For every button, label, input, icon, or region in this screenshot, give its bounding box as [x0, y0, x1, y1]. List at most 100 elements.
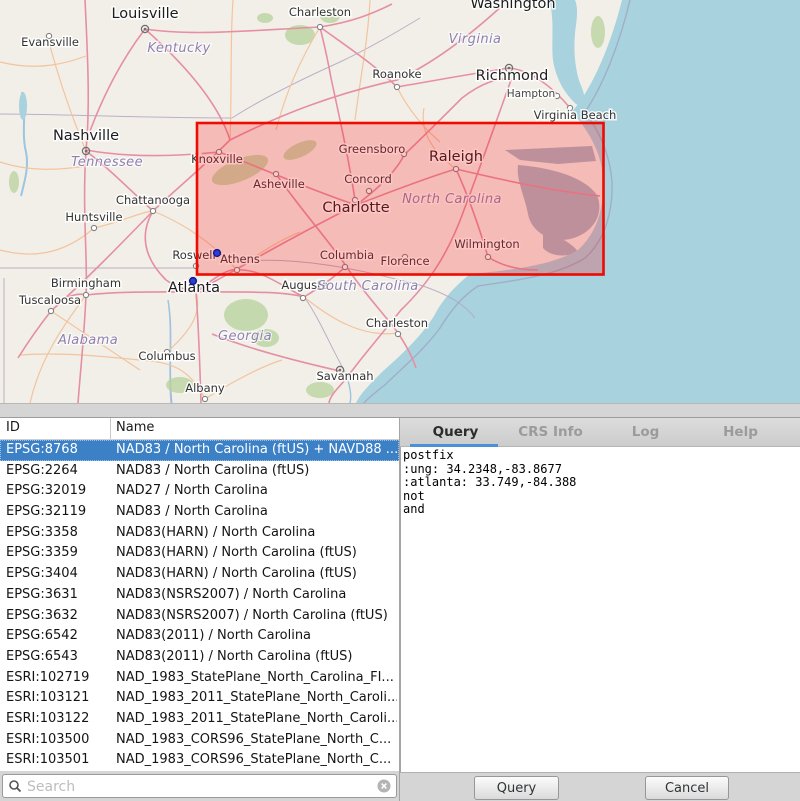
- clear-search-icon[interactable]: [377, 779, 391, 793]
- crs-table-header[interactable]: ID Name: [0, 418, 399, 440]
- crs-name-cell: NAD_1983_2011_StatePlane_North_Caroli...: [116, 688, 397, 709]
- city-label: Albany: [185, 381, 225, 395]
- city-label: Nashville: [53, 128, 119, 144]
- city-marker: [395, 331, 400, 336]
- query-editor[interactable]: postfix :ung: 34.2348,-83.8677 :atlanta:…: [400, 447, 800, 773]
- city-marker: [48, 308, 53, 313]
- search-bar: [0, 771, 399, 801]
- crs-name-cell: NAD83(2011) / North Carolina (ftUS): [116, 647, 397, 668]
- state-label: Virginia: [449, 32, 502, 47]
- city-marker: [317, 24, 322, 29]
- crs-table-body: EPSG:8768NAD83 / North Carolina (ftUS) +…: [0, 440, 399, 771]
- notebook-panel: QueryCRS InfoLogHelp postfix :ung: 34.23…: [400, 418, 800, 801]
- city-label: Roanoke: [372, 67, 421, 81]
- crs-id-cell: ESRI:103501: [6, 750, 89, 771]
- city-label: Birmingham: [51, 276, 121, 290]
- crs-id-cell: EPSG:6543: [6, 647, 78, 668]
- city-marker: [202, 396, 207, 401]
- crs-id-cell: ESRI:102719: [6, 668, 89, 689]
- crs-table-row[interactable]: EPSG:3632 NAD83(NSRS2007) / North Carolin…: [0, 606, 399, 627]
- city-label: Huntsville: [65, 210, 122, 224]
- tab-query[interactable]: Query: [408, 418, 503, 447]
- crs-id-cell: EPSG:3358: [6, 523, 78, 544]
- crs-table-row[interactable]: EPSG:6543 NAD83(2011) / North Carolina (f…: [0, 647, 399, 668]
- crs-id-cell: EPSG:3631: [6, 585, 78, 606]
- crs-id-cell: ESRI:103121: [6, 688, 89, 709]
- city-marker-dot: [144, 28, 147, 31]
- crs-name-cell: NAD_1983_StatePlane_North_Carolina_FI...: [116, 668, 397, 689]
- crs-name-cell: NAD83(NSRS2007) / North Carolina: [116, 585, 397, 606]
- app-window: Louisville Evansville Charleston Washington…: [0, 0, 800, 800]
- crs-table-row[interactable]: EPSG:3359 NAD83(HARN) / North Carolina (f…: [0, 543, 399, 564]
- city-marker: [91, 225, 96, 230]
- crs-name-cell: NAD83(NSRS2007) / North Carolina (ftUS): [116, 606, 397, 627]
- tab-crs-info[interactable]: CRS Info: [503, 418, 598, 447]
- city-label: Charleston: [289, 5, 351, 19]
- crs-id-cell: EPSG:32119: [6, 502, 86, 523]
- column-header-id[interactable]: ID: [6, 420, 20, 435]
- state-label: Kentucky: [147, 41, 210, 56]
- crs-name-cell: NAD83(HARN) / North Carolina (ftUS): [116, 543, 397, 564]
- city-label: Evansville: [21, 35, 79, 49]
- query-point[interactable]: [214, 250, 221, 257]
- crs-id-cell: EPSG:2264: [6, 461, 78, 482]
- state-label: Georgia: [218, 329, 272, 344]
- query-button[interactable]: Query: [474, 776, 559, 800]
- query-bbox-overlay[interactable]: [197, 123, 604, 275]
- crs-id-cell: ESRI:103500: [6, 730, 89, 751]
- crs-id-cell: EPSG:6542: [6, 626, 78, 647]
- city-label: Charleston: [366, 316, 428, 330]
- cancel-button[interactable]: Cancel: [645, 776, 729, 800]
- crs-table-row[interactable]: EPSG:2264 NAD83 / North Carolina (ftUS): [0, 461, 399, 482]
- tab-bar: QueryCRS InfoLogHelp: [400, 418, 800, 447]
- crs-table-row[interactable]: ESRI:103122 NAD_1983_2011_StatePlane_Nort…: [0, 709, 399, 730]
- kentucky-lake: [19, 92, 27, 120]
- search-box[interactable]: [2, 774, 397, 798]
- crs-table-row[interactable]: EPSG:3358 NAD83(HARN) / North Carolina: [0, 523, 399, 544]
- crs-name-cell: NAD_1983_2011_StatePlane_North_Caroli...: [116, 709, 397, 730]
- column-divider[interactable]: [110, 418, 111, 439]
- tab-help[interactable]: Help: [693, 418, 788, 447]
- crs-name-cell: NAD_1983_CORS96_StatePlane_North_C...: [116, 750, 397, 771]
- crs-id-cell: EPSG:3632: [6, 606, 78, 627]
- city-label: Tuscaloosa: [18, 293, 81, 307]
- crs-table-row[interactable]: EPSG:3404NAD83(HARN) / North Carolina (f…: [0, 564, 399, 585]
- column-header-name[interactable]: Name: [116, 420, 154, 435]
- button-bar: Query Cancel: [400, 772, 800, 801]
- search-input[interactable]: [25, 776, 369, 798]
- crs-table-row[interactable]: EPSG:6542 NAD83(2011) / North Carolina: [0, 626, 399, 647]
- crs-table-row[interactable]: EPSG:8768NAD83 / North Carolina (ftUS) +…: [0, 440, 399, 461]
- city-label: Hampton: [507, 88, 555, 100]
- city-label: Louisville: [111, 6, 178, 22]
- crs-table-row[interactable]: ESRI:103500 NAD_1983_CORS96_StatePlane_No…: [0, 730, 399, 751]
- crs-table-row[interactable]: ESRI:103121 NAD_1983_2011_StatePlane_Nort…: [0, 688, 399, 709]
- crs-table-row[interactable]: ESRI:103501 NAD_1983_CORS96_StatePlane_No…: [0, 750, 399, 771]
- map-svg[interactable]: Louisville Evansville Charleston Washington…: [0, 0, 800, 403]
- query-point[interactable]: [190, 278, 197, 285]
- crs-name-cell: NAD83(2011) / North Carolina: [116, 626, 397, 647]
- city-label: Chattanooga: [116, 193, 190, 207]
- city-label: Columbus: [138, 349, 195, 363]
- city-label: Savannah: [316, 369, 373, 383]
- crs-table-row[interactable]: EPSG:3631 NAD83(NSRS2007) / North Carolin…: [0, 585, 399, 606]
- crs-name-cell: NAD83 / North Carolina (ftUS): [116, 461, 397, 482]
- state-label: Tennessee: [71, 155, 143, 170]
- city-marker: [300, 295, 305, 300]
- crs-name-cell: NAD83 / North Carolina (ftUS) + NAVD88 .…: [116, 440, 397, 461]
- crs-name-cell: NAD_1983_CORS96_StatePlane_North_C...: [116, 730, 397, 751]
- crs-table-row[interactable]: ESRI:102719 NAD_1983_StatePlane_North_Car…: [0, 668, 399, 689]
- crs-name-cell: NAD83(HARN) / North Carolina: [116, 523, 397, 544]
- crs-name-cell: NAD83 / North Carolina: [116, 502, 397, 523]
- tab-log[interactable]: Log: [598, 418, 693, 447]
- crs-id-cell: EPSG:3404: [6, 564, 78, 585]
- city-marker-dot: [85, 150, 88, 153]
- crs-table-row[interactable]: EPSG:32019NAD27 / North Carolina: [0, 481, 399, 502]
- map-canvas[interactable]: Louisville Evansville Charleston Washington…: [0, 0, 800, 404]
- city-marker: [83, 292, 88, 297]
- crs-table-row[interactable]: EPSG:32119 NAD83 / North Carolina: [0, 502, 399, 523]
- crs-id-cell: EPSG:32019: [6, 481, 86, 502]
- crs-id-cell: EPSG:3359: [6, 543, 78, 564]
- crs-table-panel: ID Name EPSG:8768NAD83 / North Carolina …: [0, 418, 400, 801]
- crs-id-cell: ESRI:103122: [6, 709, 89, 730]
- city-label: Washington: [470, 0, 555, 12]
